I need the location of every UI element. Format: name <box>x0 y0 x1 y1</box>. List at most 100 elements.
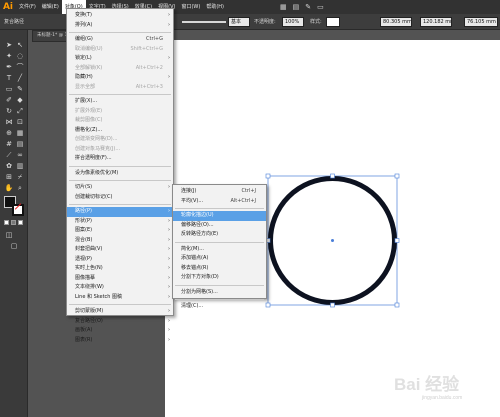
bridge-icon[interactable]: ▦ <box>280 3 287 11</box>
menu-item[interactable]: 栅格化(Z)... <box>67 126 173 136</box>
menu-item[interactable]: 添加锚点(A) <box>173 254 266 264</box>
menu-item[interactable]: 文本绕排(W) › <box>67 283 173 293</box>
menu-item-label: 连接(J) <box>181 188 197 194</box>
menu-item[interactable]: 扩展(X)... <box>67 97 173 107</box>
menu-1[interactable]: 编辑(E) <box>39 0 62 14</box>
shaper-tool-icon[interactable]: ✐ <box>4 95 14 105</box>
menu-item[interactable]: 混合(B) › <box>67 236 173 246</box>
gradient-tool-icon[interactable]: ▤ <box>15 139 25 149</box>
menu-item[interactable]: 清理(C)... <box>173 302 266 312</box>
lasso-icon[interactable]: ◌ <box>15 51 25 61</box>
draw-mode-icon[interactable]: ◫ <box>4 230 14 240</box>
menu-item[interactable]: 偏移路径(O)... <box>173 221 266 231</box>
eyedropper-icon[interactable]: ⟋ <box>4 150 14 160</box>
handle-tl[interactable] <box>265 173 271 179</box>
menu-item[interactable]: 反转路径方向(E) <box>173 230 266 240</box>
menu-item[interactable]: 剪切蒙版(M) › <box>67 307 173 317</box>
menu-item[interactable]: 图表(R) › <box>67 336 173 346</box>
menu-item[interactable]: 图案(E) › <box>67 226 173 236</box>
menu-0[interactable]: 文件(F) <box>16 0 39 14</box>
menu-item[interactable]: 编组(G) Ctrl+G <box>67 35 173 45</box>
menu-separator <box>175 208 264 209</box>
stroke-style-dropdown[interactable]: 基本 <box>228 17 250 27</box>
menu-item[interactable]: 连接(J) Ctrl+J <box>173 187 266 197</box>
arrange-icon[interactable]: ▭ <box>317 3 324 11</box>
mesh-tool-icon[interactable]: # <box>4 139 14 149</box>
menu-item[interactable]: 封套扭曲(V) › <box>67 245 173 255</box>
menu-item-label: 分割下方对象(D) <box>181 274 219 280</box>
brush-icon[interactable]: ✎ <box>305 3 311 11</box>
submenu-arrow-icon: › <box>168 336 170 343</box>
menu-item[interactable]: 透视(P) › <box>67 255 173 265</box>
menu-item-label: 添加锚点(A) <box>181 255 209 261</box>
width-field[interactable]: 76.105 mm <box>464 17 498 27</box>
handle-tm[interactable] <box>330 173 335 179</box>
menu-7[interactable]: 窗口(W) <box>178 0 203 14</box>
menu-item[interactable]: 实时上色(N) › <box>67 264 173 274</box>
zoom-tool-icon[interactable]: ⌕ <box>15 183 25 193</box>
menu-item[interactable]: Line 和 Sketch 图稿 › <box>67 293 173 303</box>
eraser-icon[interactable]: ◆ <box>15 95 25 105</box>
style-swatch[interactable] <box>326 17 340 27</box>
slice-tool-icon[interactable]: ⌿ <box>15 172 25 182</box>
menu-item[interactable]: 变换(T) › <box>67 11 173 21</box>
menu-item[interactable]: 图像描摹 › <box>67 274 173 284</box>
line-tool-icon[interactable]: ╱ <box>15 73 25 83</box>
handle-tr[interactable] <box>394 173 400 179</box>
handle-mr[interactable] <box>394 238 400 243</box>
gradient-mode-icon[interactable] <box>11 220 16 225</box>
menu-item[interactable]: 拼合透明度(F)... <box>67 154 173 164</box>
menu-item[interactable]: 简化(M)... <box>173 245 266 255</box>
opacity-field[interactable]: 100% <box>282 17 304 27</box>
menu-item[interactable]: 隐藏(H) › <box>67 73 173 83</box>
hand-tool-icon[interactable]: ✋ <box>4 183 14 193</box>
rectangle-tool-icon[interactable]: ▭ <box>4 84 14 94</box>
menu-8[interactable]: 帮助(H) <box>203 0 227 14</box>
magic-wand-icon[interactable]: ✦ <box>4 51 14 61</box>
paintbrush-icon[interactable]: ✎ <box>15 84 25 94</box>
artboard-tool-icon[interactable]: ⊞ <box>4 172 14 182</box>
menu-item[interactable]: 复合路径(O) › <box>67 317 173 327</box>
scale-tool-icon[interactable]: ⤢ <box>15 106 25 116</box>
menu-item[interactable]: 切片(S) › <box>67 183 173 193</box>
handle-bl[interactable] <box>265 302 271 308</box>
graph-tool-icon[interactable]: ▥ <box>15 161 25 171</box>
workspace-icon[interactable]: ▤ <box>293 3 300 11</box>
stroke-preview[interactable] <box>182 21 226 23</box>
type-tool-icon[interactable]: T <box>4 73 14 83</box>
menu-item-label: 拼合透明度(F)... <box>75 155 112 161</box>
selection-tool-icon[interactable]: ➤ <box>4 40 14 50</box>
free-transform-icon[interactable]: ⊡ <box>15 117 25 127</box>
symbol-sprayer-icon[interactable]: ✿ <box>4 161 14 171</box>
width-tool-icon[interactable]: ⋈ <box>4 117 14 127</box>
menu-item[interactable]: 路径(P) › <box>67 207 173 217</box>
blend-tool-icon[interactable]: ∞ <box>15 150 25 160</box>
direct-selection-tool-icon[interactable]: ↖ <box>15 40 25 50</box>
menu-item[interactable]: 移去锚点(R) <box>173 264 266 274</box>
menu-item-label: 实时上色(N) <box>75 265 103 271</box>
none-mode-icon[interactable] <box>18 220 23 225</box>
x-field[interactable]: 80.305 mm <box>380 17 412 27</box>
curvature-tool-icon[interactable]: ⌒ <box>15 62 25 72</box>
menu-item[interactable]: 分割为网格(S)... <box>173 288 266 298</box>
menu-item[interactable]: 设为像素级优化(M) <box>67 169 173 179</box>
rotate-tool-icon[interactable]: ↻ <box>4 106 14 116</box>
pen-tool-icon[interactable]: ✒ <box>4 62 14 72</box>
menu-item[interactable]: 创建裁切标记(C) <box>67 193 173 203</box>
handle-bm[interactable] <box>330 302 335 308</box>
menu-item[interactable]: 形状(P) › <box>67 217 173 227</box>
menu-item-label: 裁剪图像(C) <box>75 117 103 123</box>
screen-mode-icon[interactable]: ▢ <box>9 241 19 251</box>
y-field[interactable]: 120.182 mm <box>420 17 452 27</box>
color-mode-icon[interactable] <box>4 220 9 225</box>
perspective-grid-icon[interactable]: ▦ <box>15 128 25 138</box>
menu-item[interactable]: 分割下方对象(D) <box>173 273 266 283</box>
menu-item[interactable]: 画板(A) › <box>67 326 173 336</box>
menu-item[interactable]: 锁定(L) › <box>67 54 173 64</box>
menu-item[interactable]: 平均(V)... Alt+Ctrl+J <box>173 197 266 207</box>
shape-builder-icon[interactable]: ⊕ <box>4 128 14 138</box>
menu-separator <box>69 204 171 205</box>
menu-item[interactable]: 排列(A) › <box>67 21 173 31</box>
menu-item[interactable]: 轮廓化描边(U) <box>173 211 266 221</box>
handle-br[interactable] <box>394 302 400 308</box>
